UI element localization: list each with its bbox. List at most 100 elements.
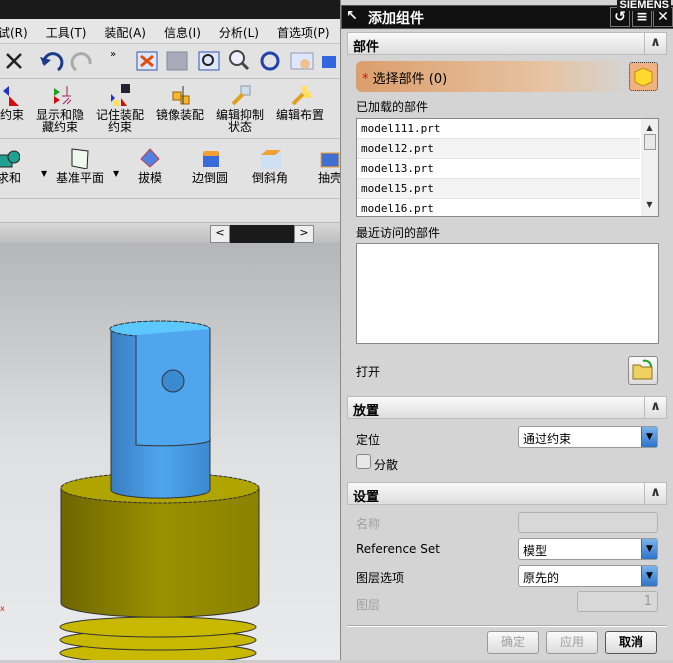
- horizontal-scrollbar[interactable]: < >: [0, 223, 340, 243]
- loaded-parts-label: 已加载的部件: [356, 100, 429, 114]
- menu-bar: 试(R)工具(T)装配(A)信息(I)分析(L)首选项(P)窗口: [0, 19, 340, 44]
- list-scrollbar[interactable]: ▲ ▼: [641, 119, 658, 216]
- redo-icon: [70, 52, 92, 72]
- layer-label: 图层: [356, 598, 381, 612]
- menu-item-analysis[interactable]: 分析(L): [219, 19, 259, 41]
- draft-icon: [140, 148, 160, 168]
- chevron-down-icon[interactable]: ▼: [641, 539, 657, 559]
- scroll-left-icon[interactable]: <: [210, 225, 230, 243]
- add-component-dialog: ↖ 添加组件 ↺ ≡ ✕ 部件 ∧ * 选择部件 (0) 已加载的部件 model…: [340, 0, 673, 660]
- thread-rings: [59, 616, 257, 663]
- layer-option-dropdown[interactable]: 原先的 ▼: [518, 565, 658, 587]
- arrangement-icon: [291, 86, 311, 106]
- list-item[interactable]: model12.prt: [357, 139, 640, 159]
- constraint-icon: [3, 86, 19, 106]
- apply-button: 应用: [546, 631, 598, 654]
- cancel-button[interactable]: 取消: [605, 631, 657, 654]
- chevron-down-icon[interactable]: ▼: [641, 427, 657, 447]
- unite-button[interactable]: 求和: [0, 147, 24, 184]
- rotate-icon[interactable]: [260, 51, 280, 71]
- collapse-icon[interactable]: ∧: [644, 33, 666, 54]
- recent-parts-label: 最近访问的部件: [356, 226, 441, 240]
- menu-item-tools[interactable]: 工具(T): [46, 19, 87, 41]
- section-header-parts[interactable]: 部件 ∧: [347, 32, 667, 55]
- scroll-right-icon[interactable]: >: [294, 225, 314, 243]
- datum-plane-icon: [71, 148, 89, 169]
- name-input: [518, 512, 658, 533]
- select-part-row[interactable]: * 选择部件 (0): [356, 61, 631, 92]
- undo-icon[interactable]: [40, 52, 64, 72]
- show-hide-constraints-icon: [54, 86, 71, 105]
- list-item[interactable]: model13.prt: [357, 159, 640, 179]
- show-hide-constraints-button[interactable]: 显示和隐 藏约束: [34, 84, 86, 133]
- open-label: 打开: [356, 365, 381, 379]
- graphics-viewport[interactable]: x: [0, 243, 340, 663]
- divider: [347, 625, 667, 627]
- shaded-view-icon[interactable]: [322, 56, 336, 68]
- mirror-assembly-icon: [172, 86, 190, 105]
- zoom-window-icon[interactable]: [198, 51, 220, 71]
- pan-icon[interactable]: [290, 52, 314, 70]
- chamfer-button[interactable]: 倒斜角: [246, 147, 294, 184]
- dropdown-arrow-icon[interactable]: ▼: [113, 169, 119, 178]
- select-part-button[interactable]: [629, 62, 658, 91]
- section-header-settings[interactable]: 设置 ∧: [347, 482, 667, 505]
- edge-blend-button[interactable]: 边倒圆: [186, 147, 234, 184]
- dialog-title: 添加组件: [368, 11, 424, 27]
- 3d-model: x: [0, 320, 260, 663]
- draft-button[interactable]: 拔模: [130, 147, 170, 184]
- standard-toolbar: »: [0, 44, 340, 79]
- shaft-cylinder: [109, 320, 211, 499]
- ok-button: 确定: [487, 631, 539, 654]
- menu-item[interactable]: 试(R): [0, 19, 28, 41]
- menu-item-assembly[interactable]: 装配(A): [104, 19, 146, 41]
- wrench-icon: [231, 85, 251, 106]
- position-label: 定位: [356, 433, 381, 447]
- assembly-toolbar: 约束 显示和隐 藏约束 记住装配 约束 镜像装配 编辑抑制 状态 编辑布置: [0, 79, 340, 139]
- shell-icon: [320, 152, 340, 168]
- close-icon[interactable]: [6, 53, 22, 69]
- more-icon: »: [110, 49, 116, 60]
- edit-suppression-button[interactable]: 编辑抑制 状态: [212, 84, 268, 133]
- edit-arrangement-button[interactable]: 编辑布置: [272, 84, 328, 121]
- edge-blend-icon: [203, 151, 219, 167]
- zoom-icon[interactable]: [229, 50, 250, 71]
- reference-set-label: Reference Set: [356, 542, 440, 556]
- position-dropdown[interactable]: 通过约束 ▼: [518, 426, 658, 448]
- remember-constraints-button[interactable]: 记住装配 约束: [94, 84, 146, 133]
- unite-icon: [0, 150, 20, 168]
- menu-item-preferences[interactable]: 首选项(P): [277, 19, 330, 41]
- reference-set-dropdown[interactable]: 模型 ▼: [518, 538, 658, 560]
- mirror-assembly-button[interactable]: 镜像装配: [152, 84, 208, 121]
- layer-option-label: 图层选项: [356, 571, 405, 585]
- required-icon: *: [362, 72, 369, 87]
- scatter-label: 分散: [374, 458, 399, 472]
- datum-plane-button[interactable]: 基准平面: [52, 147, 108, 184]
- dropdown-arrow-icon[interactable]: ▼: [41, 169, 47, 178]
- list-item[interactable]: model111.prt: [357, 119, 640, 139]
- scatter-checkbox[interactable]: [356, 454, 371, 469]
- constraints-button[interactable]: 约束: [0, 84, 32, 121]
- remember-constraints-icon: [111, 84, 130, 106]
- scroll-thumb[interactable]: [643, 134, 656, 150]
- chamfer-icon: [261, 150, 281, 169]
- open-button[interactable]: [628, 356, 658, 385]
- fit-view-icon[interactable]: [136, 51, 158, 71]
- chevron-down-icon[interactable]: ▼: [641, 566, 657, 586]
- section-header-placement[interactable]: 放置 ∧: [347, 396, 667, 419]
- loaded-parts-list[interactable]: model111.prt model12.prt model13.prt mod…: [356, 118, 659, 217]
- shell-button[interactable]: 抽壳: [310, 147, 340, 184]
- collapse-icon[interactable]: ∧: [644, 483, 666, 504]
- feature-toolbar: 求和 ▼ 基准平面 ▼ 拔模 边倒圆 倒斜角 抽壳: [0, 139, 340, 199]
- collapse-icon[interactable]: ∧: [644, 397, 666, 418]
- list-item[interactable]: model15.prt: [357, 179, 640, 199]
- toolbar-strip: [0, 199, 340, 223]
- cursor-icon: ↖: [346, 8, 358, 24]
- recent-parts-list[interactable]: [356, 243, 659, 344]
- list-item[interactable]: model16.prt: [357, 199, 640, 216]
- menu-item-info[interactable]: 信息(I): [164, 19, 201, 41]
- part-cube-icon: [634, 67, 653, 87]
- folder-open-icon: [632, 359, 653, 380]
- zoom-area-icon: [166, 51, 188, 71]
- scroll-thumb[interactable]: [230, 225, 294, 243]
